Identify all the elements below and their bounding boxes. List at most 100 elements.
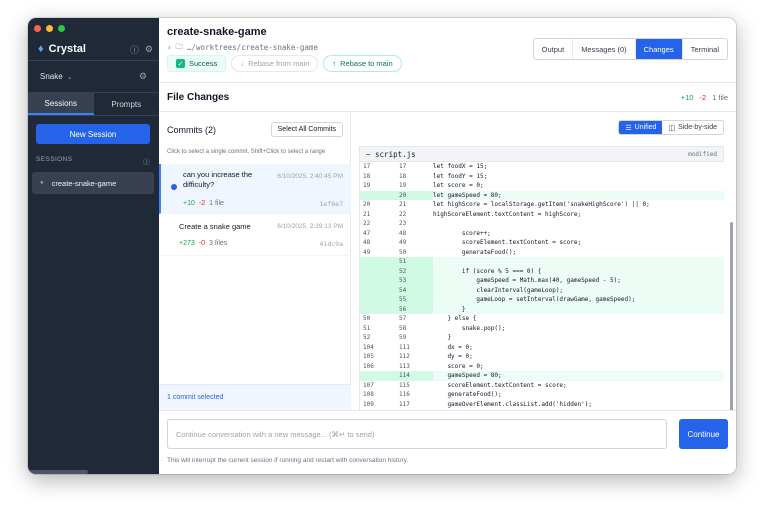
diff-file-header[interactable]: ~ script.js modified (359, 146, 724, 162)
code-text: scoreElement.textContent = score; (433, 239, 582, 246)
file-changes-stats: +10 -2 1 file (681, 93, 728, 102)
session-title: create-snake-game (167, 26, 267, 38)
session-status-dot-icon: ● (40, 180, 44, 186)
commit-removed: -2 (198, 200, 206, 207)
old-line-number: 21 (363, 210, 371, 218)
diff-line-added: 51 (360, 257, 724, 267)
old-line-number: 51 (363, 324, 371, 332)
commit-item[interactable]: Create a snake game 6/10/2025, 2:39:13 P… (159, 216, 351, 256)
minimize-window-button[interactable] (46, 25, 53, 32)
arrow-down-icon: ↓ (240, 59, 245, 68)
diff-line-added: 56 } (360, 304, 724, 314)
code-text: clearInterval(gameLoop); (433, 285, 724, 295)
old-line-number: 20 (363, 201, 371, 208)
project-selector[interactable]: Snake ⌄ ⚙ (28, 60, 159, 92)
new-line-number: 52 (386, 266, 433, 276)
commit-stats: +273 -0 3 files (179, 240, 227, 247)
tab-changes[interactable]: Changes (635, 39, 683, 59)
new-line-number: 53 (386, 276, 433, 286)
new-line-number: 116 (399, 391, 410, 398)
diff-file-status: modified (688, 150, 717, 158)
sidebar-scrollbar[interactable] (28, 470, 88, 474)
commits-title: Commits (2) (167, 124, 216, 135)
code-text: scoreElement.textContent = score; (433, 381, 567, 389)
new-line-number: 113 (399, 362, 410, 370)
side-by-side-label: Side-by-side (678, 124, 717, 131)
status-row: ✓ Success ↓ Rebase from main ↑ Rebase to… (167, 55, 402, 72)
rebase-to-main-button[interactable]: ↑ Rebase to main (323, 55, 402, 72)
code-text: let score = 0; (433, 182, 484, 189)
old-line-number: 50 (363, 315, 371, 322)
diff-line-added: 54 clearInterval(gameLoop); (360, 285, 724, 295)
new-line-number: 49 (399, 239, 407, 246)
tab-sessions[interactable]: Sessions (28, 93, 94, 115)
old-line-number (360, 285, 386, 295)
commit-select-hint: Click to select a single commit, Shift+C… (167, 149, 326, 155)
status-badge: ✓ Success (167, 55, 227, 72)
code-text: score++; (433, 229, 491, 237)
new-session-button[interactable]: New Session (36, 124, 150, 144)
code-text: gameSpeed = Math.max(40, gameSpeed - 5); (433, 276, 724, 286)
old-line-number: 17 (363, 163, 371, 170)
lines-added: +10 (680, 92, 694, 102)
commit-added: +10 (183, 200, 195, 207)
commit-added: +273 (179, 240, 195, 247)
code-text: gameSpeed = 80; (433, 371, 724, 381)
old-line-number (360, 276, 386, 286)
message-composer: Continue conversation with a new message… (159, 410, 736, 474)
new-line-number: 17 (399, 163, 407, 170)
help-icon[interactable]: ⓘ (130, 43, 139, 56)
message-input[interactable]: Continue conversation with a new message… (167, 419, 667, 449)
code-text (433, 257, 724, 267)
close-window-button[interactable] (34, 25, 41, 32)
diff-line: 51 58 snake.pop(); (360, 324, 724, 334)
rebase-from-main-button[interactable]: ↓ Rebase from main (231, 55, 319, 72)
commit-message: Create a snake game (179, 222, 251, 231)
commit-date: 6/10/2025, 2:40:45 PM (277, 173, 343, 180)
select-all-commits-button[interactable]: Select All Commits (270, 122, 343, 137)
info-icon[interactable]: ⓘ (143, 156, 150, 166)
app-brand: ♦ Crystal ⓘ ⚙ (38, 38, 153, 60)
settings-gear-icon[interactable]: ⚙ (145, 44, 153, 55)
worktree-path-text: …/worktrees/create-snake-game (187, 43, 318, 52)
unified-icon: ☰ (625, 124, 632, 132)
code-text: } else { (433, 315, 477, 322)
code-text: } (433, 304, 724, 314)
commit-files: 3 files (209, 240, 228, 247)
code-text: dx = 0; (433, 343, 473, 351)
new-line-number: 23 (399, 220, 407, 227)
old-line-number (360, 371, 386, 381)
continue-button[interactable]: Continue (679, 419, 728, 449)
new-line-number: 51 (386, 257, 433, 267)
side-by-side-icon: ◫ (668, 124, 676, 132)
maximize-window-button[interactable] (58, 25, 65, 32)
chevron-right-icon: › (167, 43, 172, 52)
commit-hash: 1ef6e7 (319, 200, 343, 208)
tab-prompts[interactable]: Prompts (94, 93, 160, 115)
sidebar-tabs: Sessions Prompts (28, 92, 159, 116)
commit-stats: +10 -2 1 file (183, 200, 224, 207)
main-panel: create-snake-game › 🗀 …/worktrees/create… (159, 18, 736, 474)
unified-view-button[interactable]: ☰ Unified (619, 121, 663, 134)
diff-line: 18 18 let foodY = 15; (360, 172, 724, 182)
diff-panel: ☰ Unified ◫ Side-by-side ~ script.js mod… (351, 112, 736, 452)
chevron-down-icon: ⌄ (66, 73, 73, 81)
old-line-number: 19 (363, 182, 371, 189)
check-icon: ✓ (176, 59, 185, 68)
new-line-number: 20 (386, 190, 433, 200)
view-tabs: Output Messages (0) Changes Terminal (532, 38, 728, 60)
new-line-number: 19 (399, 182, 407, 189)
worktree-path: › 🗀 …/worktrees/create-snake-game (167, 41, 318, 54)
project-settings-gear-icon[interactable]: ⚙ (139, 71, 147, 82)
commit-item[interactable]: can you increase the difficulty? 6/10/20… (159, 164, 351, 214)
code-text: gameOverElement.classList.add('hidden'); (433, 400, 592, 408)
sidebar-item-session[interactable]: ● create-snake-game (32, 172, 154, 194)
app-window: ♦ Crystal ⓘ ⚙ Snake ⌄ ⚙ Sessions Prompts… (28, 18, 736, 474)
new-line-number: 50 (399, 248, 407, 256)
side-by-side-view-button[interactable]: ◫ Side-by-side (662, 121, 723, 134)
tab-messages[interactable]: Messages (0) (573, 39, 636, 59)
diff-line: 50 57 } else { (360, 314, 724, 324)
tab-terminal[interactable]: Terminal (683, 39, 727, 59)
tab-output[interactable]: Output (534, 39, 574, 59)
commits-selected-status: 1 commit selected (159, 384, 351, 410)
